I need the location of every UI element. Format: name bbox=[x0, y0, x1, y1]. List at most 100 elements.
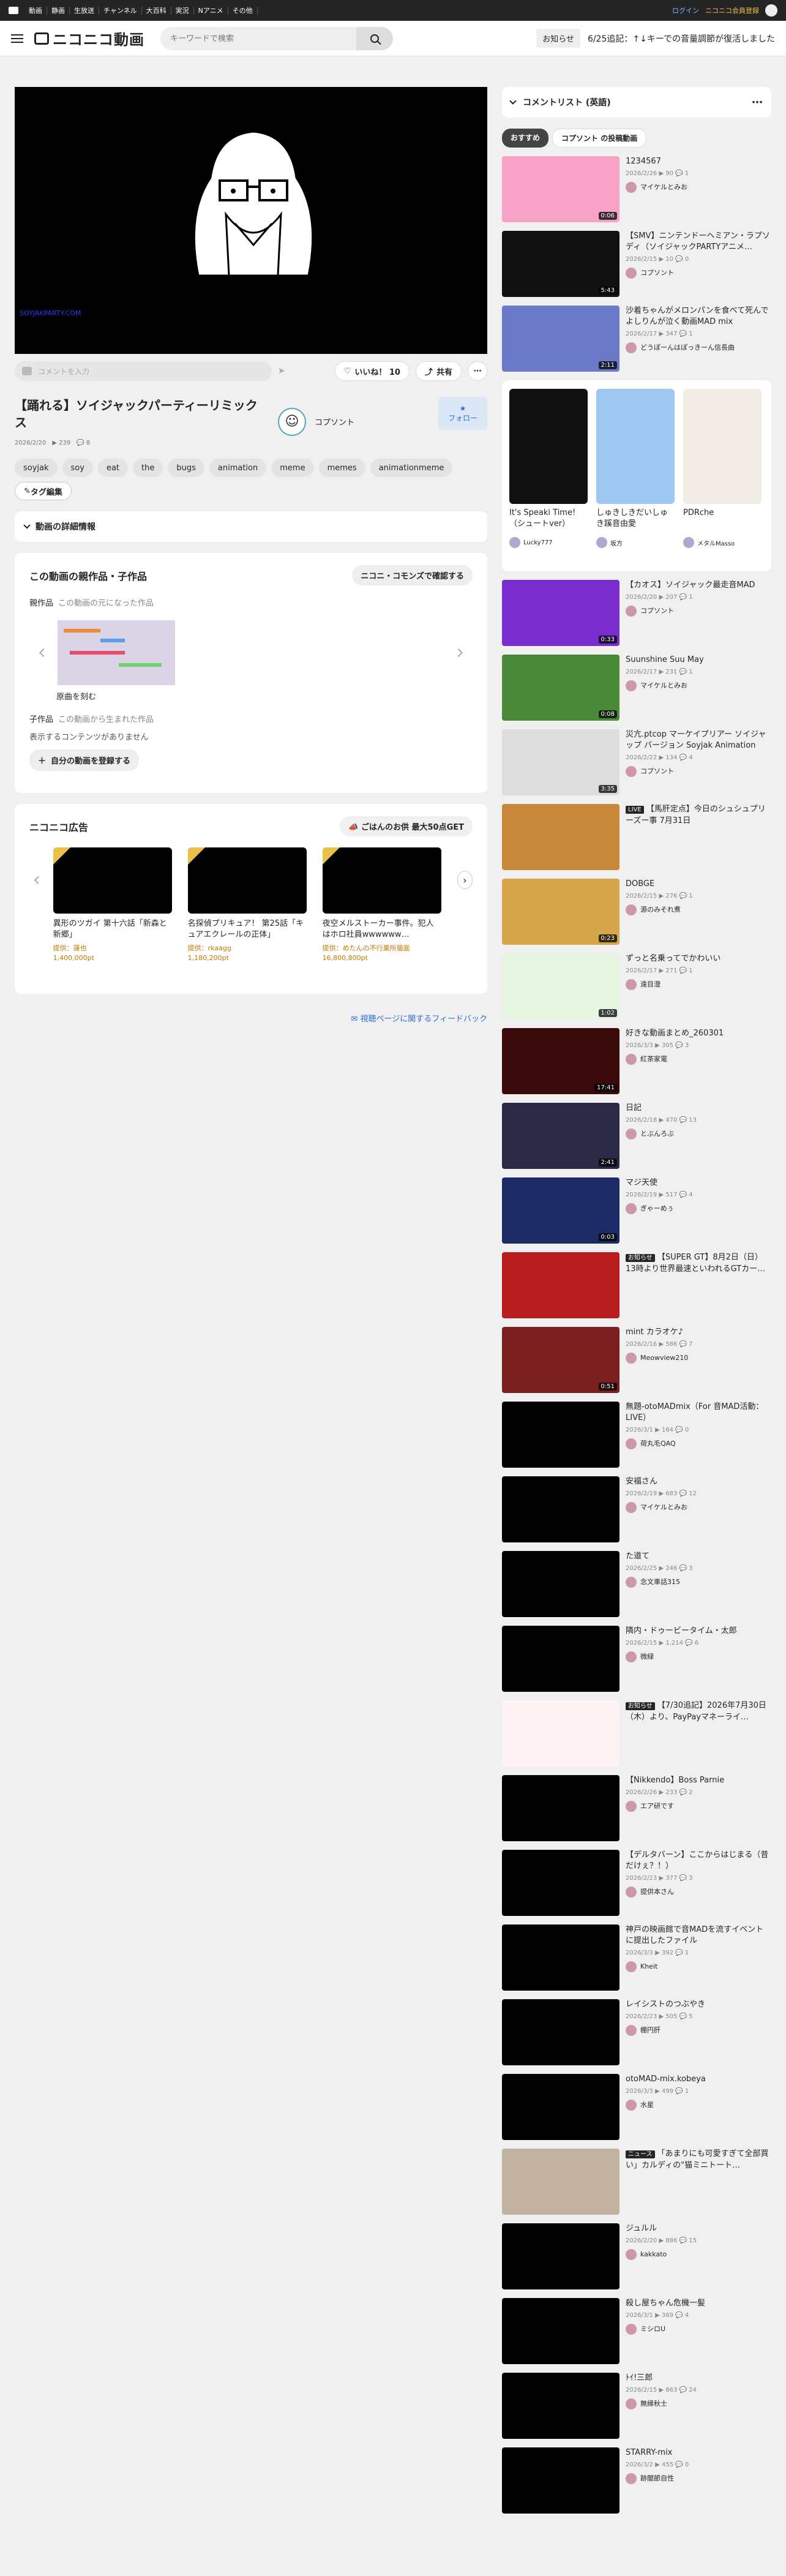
item-owner[interactable]: マイケルとみお bbox=[626, 182, 689, 193]
item-owner[interactable]: 源のみそれ煮 bbox=[626, 904, 693, 915]
item-owner[interactable]: 棚円肝 bbox=[626, 2025, 705, 2036]
list-item[interactable]: LIVE 【馬肝定点】今日のシュシュプリーズー事 7月31日 bbox=[502, 804, 771, 870]
list-item[interactable]: お知らせ 【SUPER GT】8月2日（日）13時より世界最速といわれるGTカー… bbox=[502, 1252, 771, 1318]
nav-item-5[interactable]: 実況 bbox=[171, 7, 194, 15]
list-item[interactable]: 無題-otoMADmix（For 音MAD活動：LIVE） 2026/3/1 ▶ … bbox=[502, 1402, 771, 1468]
item-owner[interactable]: とぶんろぶ bbox=[626, 1128, 697, 1140]
login-link[interactable]: ログイン bbox=[672, 6, 699, 15]
ad-card[interactable]: 異形のツガイ 第十六話「新森と新郷」 提供：蓮也 1,400,000pt bbox=[53, 847, 172, 962]
item-owner[interactable]: ぎゃーめぅ bbox=[626, 1203, 693, 1214]
parent-video-title[interactable]: 原曲を刻む bbox=[56, 690, 473, 702]
list-item[interactable]: 0:33 【カオス】ソイジャック最走音MAD 2026/2/20 ▶ 207 💬 1… bbox=[502, 580, 771, 646]
list-item[interactable]: レイシストのつぶやき 2026/2/23 ▶ 505 💬 5 棚円肝 bbox=[502, 1999, 771, 2065]
featured-card[interactable]: しゅきしきだいしゅき蹊音由愛 坂方 bbox=[596, 389, 675, 563]
item-owner[interactable]: 跡闇節自性 bbox=[626, 2473, 689, 2484]
list-item[interactable]: 3:35 災亢.ptcop マーケイプリアー ソイジャップ バージョン Soyja… bbox=[502, 729, 771, 795]
parent-video-card[interactable] bbox=[58, 620, 175, 685]
carousel-prev-icon[interactable] bbox=[34, 876, 42, 884]
nav-item-2[interactable]: 生放送 bbox=[70, 7, 99, 15]
tag-edit-button[interactable]: ✎ タグ編集 bbox=[15, 482, 72, 500]
list-item[interactable]: 2:41 日記 2026/2/18 ▶ 470 💬 13 とぶんろぶ bbox=[502, 1103, 771, 1169]
item-owner[interactable]: どうぽーんはぽっきーん信長曲 bbox=[626, 342, 771, 353]
notice-text[interactable]: 6/25追記：↑↓キーでの音量調節が復活しました bbox=[588, 32, 775, 45]
tag-item[interactable]: animation bbox=[209, 459, 267, 477]
carousel-prev-icon[interactable] bbox=[39, 648, 48, 658]
item-owner[interactable]: Kheit bbox=[626, 1961, 771, 1972]
details-toggle[interactable]: 動画の詳細情報 bbox=[15, 511, 487, 542]
list-item[interactable]: 1:02 ずっと名乗ってでかわいい 2026/2/17 ▶ 271 💬 1 遠目澄 bbox=[502, 953, 771, 1020]
gift-button[interactable]: 📣 ごはんのお供 最大50点GET bbox=[340, 816, 473, 836]
comment-input[interactable]: コメントを入力 bbox=[15, 361, 272, 381]
item-owner[interactable]: ミシロU bbox=[626, 2324, 705, 2335]
nav-item-3[interactable]: チャンネル bbox=[99, 7, 142, 15]
tag-item[interactable]: the bbox=[133, 459, 163, 477]
carousel-next-icon[interactable] bbox=[454, 648, 463, 658]
menu-hamburger-icon[interactable] bbox=[11, 34, 23, 43]
more-icon[interactable]: ⋯ bbox=[752, 96, 763, 109]
featured-owner[interactable]: Lucky777 bbox=[509, 537, 588, 548]
nav-item-0[interactable]: 動画 bbox=[24, 7, 47, 15]
tag-item[interactable]: eat bbox=[97, 459, 129, 477]
item-owner[interactable]: 紅茶家電 bbox=[626, 1054, 724, 1065]
ad-card[interactable]: 夜空メルストーカー事件。犯人はホロ社員wwwwww… 提供：めたんの不行業所猫面 1… bbox=[322, 847, 441, 962]
brand-logo[interactable]: ニコニコ動画 bbox=[34, 28, 144, 49]
item-owner[interactable]: マイケルとみお bbox=[626, 1502, 697, 1513]
follow-button[interactable]: ★ フォロー bbox=[438, 397, 487, 430]
search-button[interactable] bbox=[356, 26, 393, 50]
send-icon[interactable]: ➤ bbox=[278, 366, 285, 376]
list-item[interactable]: otoMAD-mix.kobeya 2026/3/3 ▶ 499 💬 1 水星 bbox=[502, 2074, 771, 2140]
list-item[interactable]: お知らせ 【7/30追記】2026年7月30日（木）より、PayPayマネーライ… bbox=[502, 1700, 771, 1767]
featured-card[interactable]: It's Speaki Time!（シュートver） Lucky777 bbox=[509, 389, 588, 563]
tag-item[interactable]: animationmeme bbox=[370, 459, 453, 477]
list-item[interactable]: ﾄｲ!三郎 2026/2/15 ▶ 863 💬 24 無縁秋士 bbox=[502, 2373, 771, 2439]
nav-item-1[interactable]: 静画 bbox=[47, 7, 70, 15]
item-owner[interactable]: 提供本さん bbox=[626, 1887, 771, 1898]
premium-register-link[interactable]: ニコニコ会員登録 bbox=[705, 6, 759, 15]
comment-list-header[interactable]: コメントリスト (英語) ⋯ bbox=[502, 87, 771, 118]
list-item[interactable]: 0:03 マジ天使 2026/2/19 ▶ 517 💬 4 ぎゃーめぅ bbox=[502, 1177, 771, 1244]
list-item[interactable]: ジュルル 2026/2/20 ▶ 886 💬 15 kakkato bbox=[502, 2223, 771, 2289]
item-owner[interactable]: コプソント bbox=[626, 766, 771, 777]
list-item[interactable]: 【デルタバーン】ここからはじまる（昔だけぇ？！） 2026/2/23 ▶ 377 … bbox=[502, 1850, 771, 1916]
item-owner[interactable]: 遠目澄 bbox=[626, 979, 720, 990]
list-item[interactable]: 17:41 好きな動画まとめ_260301 2026/3/3 ▶ 305 💬 3 紅茶… bbox=[502, 1028, 771, 1094]
list-item[interactable]: 神戸の映画館で音MADを流すイベントに提出したファイル 2026/3/3 ▶ 39… bbox=[502, 1924, 771, 1991]
list-item[interactable]: ニュース 「あまりにも可愛すぎて全部買い」カルディの"猫ミニトート… bbox=[502, 2149, 771, 2215]
list-item[interactable]: 殺し屋ちゃん危機一髪 2026/3/1 ▶ 369 💬 4 ミシロU bbox=[502, 2298, 771, 2364]
tag-item[interactable]: soyjak bbox=[15, 459, 58, 477]
owner-name[interactable]: コプソント bbox=[315, 416, 406, 427]
item-owner[interactable]: Meowview210 bbox=[626, 1353, 693, 1364]
notice-button[interactable]: お知らせ bbox=[536, 29, 580, 48]
list-item[interactable]: 安福さん 2026/2/19 ▶ 683 💬 12 マイケルとみお bbox=[502, 1476, 771, 1542]
tag-item[interactable]: meme bbox=[271, 459, 314, 477]
item-owner[interactable]: エア研です bbox=[626, 1801, 724, 1812]
commons-button[interactable]: ニコニ・コモンズで確認する bbox=[352, 565, 473, 585]
list-item[interactable]: 【Nikkendo】Boss Parnie 2026/2/26 ▶ 233 💬 2… bbox=[502, 1775, 771, 1841]
like-button[interactable]: ♡ いいね！ 10 bbox=[334, 361, 410, 381]
tag-item[interactable]: soy bbox=[62, 459, 93, 477]
niconico-logo-icon[interactable] bbox=[9, 7, 18, 14]
item-owner[interactable]: 微緑 bbox=[626, 1651, 737, 1662]
nav-item-6[interactable]: Nアニメ bbox=[193, 7, 228, 15]
item-owner[interactable]: コプソント bbox=[626, 606, 755, 617]
tab-owner-videos[interactable]: コプソント の投稿動画 bbox=[552, 129, 647, 148]
list-item[interactable]: 0:06 1234567 2026/2/26 ▶ 90 💬 1 マイケルとみお bbox=[502, 156, 771, 222]
owner-avatar[interactable]: ☺ bbox=[278, 407, 306, 436]
list-item[interactable]: 隣内・ドゥービータイム・太郎 2026/2/15 ▶ 1,214 💬 6 微緑 bbox=[502, 1626, 771, 1692]
featured-card[interactable]: PDRche メタルMasso bbox=[683, 389, 762, 563]
tab-recommended[interactable]: おすすめ bbox=[502, 129, 549, 148]
search-input[interactable] bbox=[170, 34, 348, 43]
list-item[interactable]: STARRY-mix 2026/3/2 ▶ 455 💬 0 跡闇節自性 bbox=[502, 2447, 771, 2514]
list-item[interactable]: た道て 2026/2/25 ▶ 246 💬 3 念文車話315 bbox=[502, 1551, 771, 1617]
tag-item[interactable]: memes bbox=[318, 459, 365, 477]
user-avatar[interactable] bbox=[765, 4, 777, 17]
item-owner[interactable]: コプソント bbox=[626, 268, 771, 279]
item-owner[interactable]: kakkato bbox=[626, 2249, 697, 2260]
item-owner[interactable]: マイケルとみお bbox=[626, 680, 704, 691]
tag-item[interactable]: bugs bbox=[168, 459, 204, 477]
list-item[interactable]: 5:43 【SMV】ニンテンドーヘミアン・ラプソディ（ソイジャックPARTYアニメ… bbox=[502, 231, 771, 297]
nav-item-4[interactable]: 大百科 bbox=[141, 7, 171, 15]
item-owner[interactable]: 無縁秋士 bbox=[626, 2398, 697, 2409]
more-options-button[interactable]: ⋯ bbox=[468, 361, 487, 381]
ad-card[interactable]: 名探偵プリキュア！ 第25話「キュアエクレールの正体」 提供：rkaagg 1,18… bbox=[187, 847, 307, 962]
